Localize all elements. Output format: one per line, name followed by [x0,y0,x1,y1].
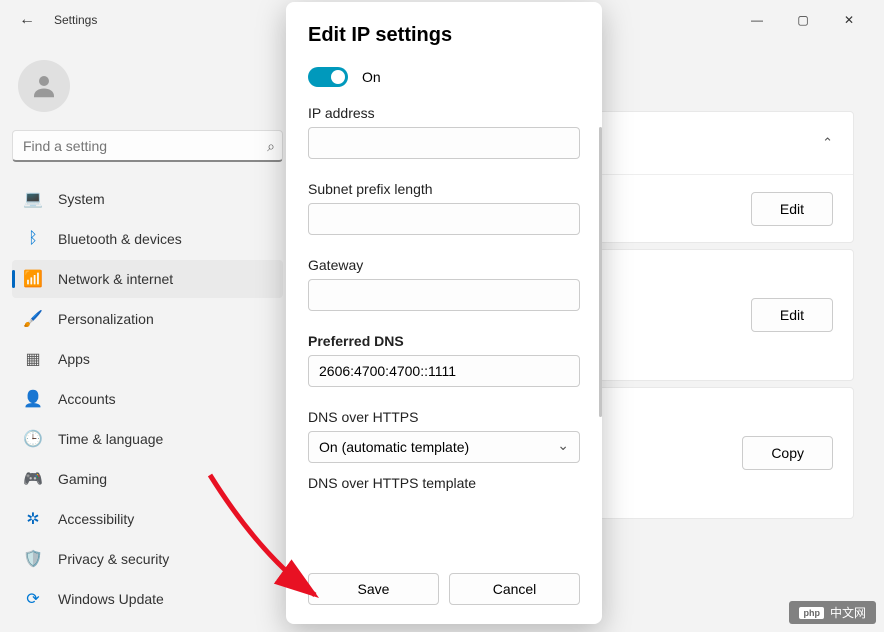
back-button[interactable]: ← [12,5,42,35]
copy-button[interactable]: Copy [742,436,833,470]
watermark: php 中文网 [789,601,876,624]
toggle-label: On [362,69,381,85]
sidebar-item-label: Gaming [58,471,107,487]
sidebar-item-label: Time & language [58,431,163,447]
sidebar-item-label: Privacy & security [58,551,169,567]
sidebar-item-privacy-security[interactable]: 🛡️ Privacy & security [12,540,283,578]
modal-title: Edit IP settings [308,24,580,47]
dns-label: Preferred DNS [308,333,580,349]
privacy-security-icon: 🛡️ [22,548,44,570]
sidebar-item-label: Windows Update [58,591,164,607]
window-title: Settings [54,13,97,27]
sidebar-item-label: Accessibility [58,511,134,527]
sidebar-item-network-internet[interactable]: 📶 Network & internet [12,260,283,298]
sidebar-item-bluetooth-devices[interactable]: ᛒ Bluetooth & devices [12,220,283,258]
sidebar-item-personalization[interactable]: 🖌️ Personalization [12,300,283,338]
scrollbar-thumb[interactable] [599,127,602,417]
sidebar-item-windows-update[interactable]: ⟳ Windows Update [12,580,283,618]
sidebar-item-apps[interactable]: ▦ Apps [12,340,283,378]
person-icon [29,71,59,101]
sidebar-item-system[interactable]: 💻 System [12,180,283,218]
sidebar-item-accessibility[interactable]: ✲ Accessibility [12,500,283,538]
doh-template-label: DNS over HTTPS template [308,475,580,491]
edit-ip-modal: Edit IP settings On IP address Subnet pr… [286,2,602,624]
save-button[interactable]: Save [308,573,439,605]
personalization-icon: 🖌️ [22,308,44,330]
sidebar-item-accounts[interactable]: 👤 Accounts [12,380,283,418]
edit-button[interactable]: Edit [751,192,833,226]
sidebar-item-label: System [58,191,105,207]
close-button[interactable]: ✕ [826,4,872,36]
search-input[interactable] [12,130,283,162]
chevron-up-icon: ⌃ [822,135,833,151]
system-icon: 💻 [22,188,44,210]
gaming-icon: 🎮 [22,468,44,490]
doh-label: DNS over HTTPS [308,409,580,425]
subnet-label: Subnet prefix length [308,181,580,197]
sidebar-item-gaming[interactable]: 🎮 Gaming [12,460,283,498]
ip-toggle[interactable] [308,67,348,87]
accessibility-icon: ✲ [22,508,44,530]
sidebar-item-label: Bluetooth & devices [58,231,182,247]
bluetooth-devices-icon: ᛒ [22,228,44,250]
network-internet-icon: 📶 [22,268,44,290]
minimize-button[interactable]: — [734,4,780,36]
sidebar-item-time-language[interactable]: 🕒 Time & language [12,420,283,458]
gateway-label: Gateway [308,257,580,273]
gateway-input[interactable] [308,279,580,311]
sidebar-item-label: Accounts [58,391,116,407]
time-language-icon: 🕒 [22,428,44,450]
ip-address-input[interactable] [308,127,580,159]
subnet-input[interactable] [308,203,580,235]
dns-input[interactable] [308,355,580,387]
sidebar-item-label: Personalization [58,311,154,327]
search-icon: ⌕ [267,138,275,155]
cancel-button[interactable]: Cancel [449,573,580,605]
sidebar-item-label: Network & internet [58,271,173,287]
apps-icon: ▦ [22,348,44,370]
avatar[interactable] [18,60,70,112]
sidebar-item-label: Apps [58,351,90,367]
edit-button-2[interactable]: Edit [751,298,833,332]
windows-update-icon: ⟳ [22,588,44,610]
ip-address-label: IP address [308,105,580,121]
maximize-button[interactable]: ▢ [780,4,826,36]
doh-select[interactable]: On (automatic template) [308,431,580,463]
accounts-icon: 👤 [22,388,44,410]
